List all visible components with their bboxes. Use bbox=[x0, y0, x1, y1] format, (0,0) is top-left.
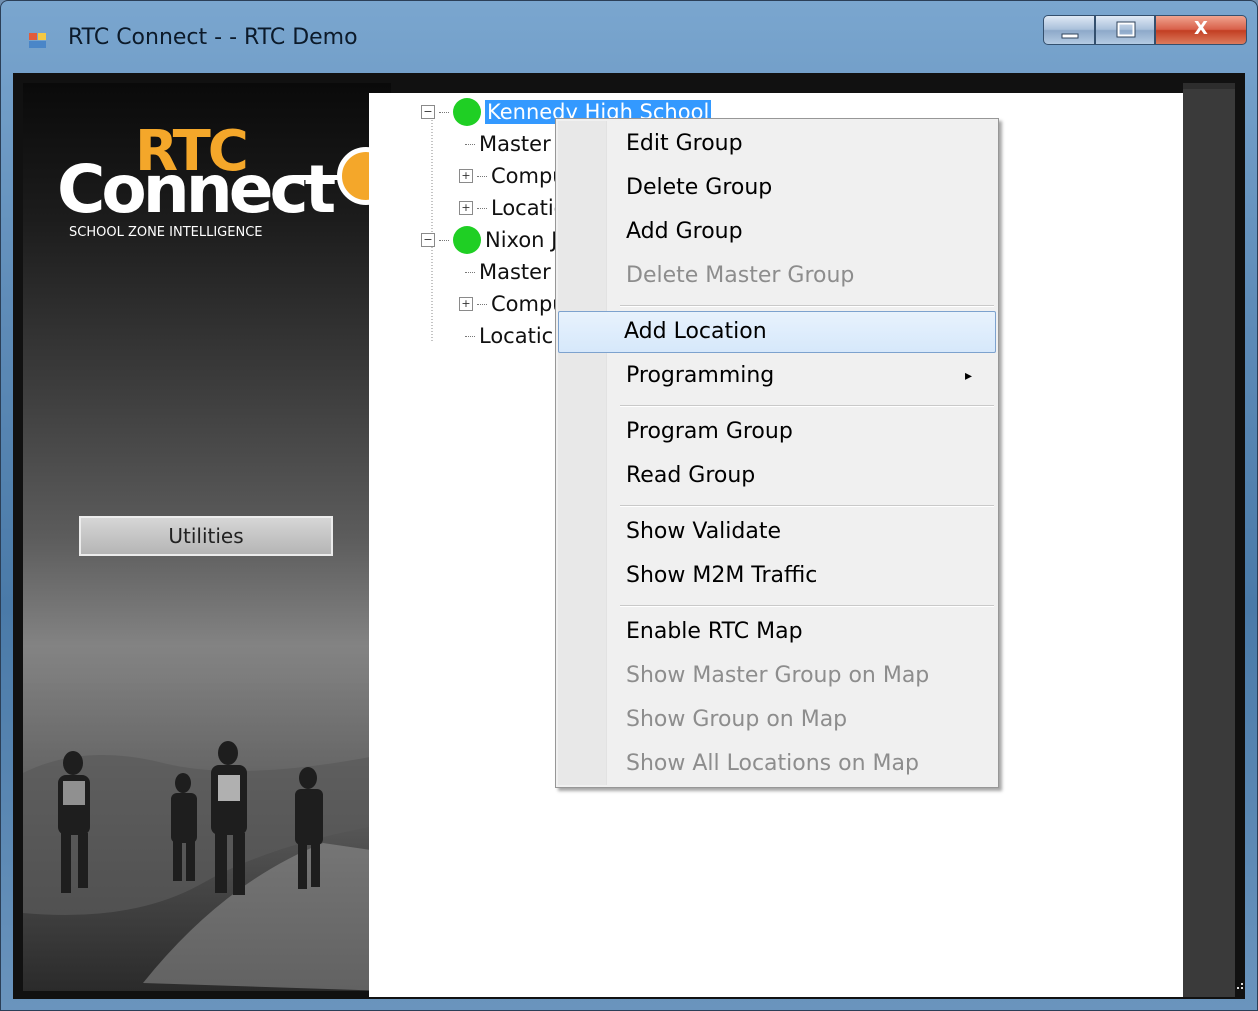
tree-item[interactable]: Master bbox=[465, 129, 551, 159]
status-online-icon bbox=[453, 226, 481, 254]
maximize-icon bbox=[1116, 21, 1136, 38]
students-walking-image bbox=[23, 683, 391, 991]
tree-item-label: Master bbox=[479, 260, 551, 284]
menu-item-enable-rtc-map[interactable]: Enable RTC Map bbox=[560, 611, 994, 653]
menu-separator bbox=[620, 605, 994, 607]
menu-item-programming[interactable]: Programming ▸ bbox=[560, 355, 994, 397]
tree-item-label: Locatic bbox=[479, 324, 554, 348]
menu-item-read-group[interactable]: Read Group bbox=[560, 455, 994, 497]
tree-connector bbox=[477, 207, 487, 209]
menu-item-label: Add Location bbox=[624, 319, 767, 344]
menu-item-label: Delete Group bbox=[626, 175, 773, 200]
expand-icon[interactable]: + bbox=[459, 201, 473, 215]
app-window-icon bbox=[29, 33, 46, 48]
expand-icon[interactable]: + bbox=[459, 169, 473, 183]
tree-item[interactable]: Master bbox=[465, 257, 551, 287]
app-window: RTC Connect - - RTC Demo X RTC Connect S… bbox=[0, 0, 1258, 1011]
logo-connect-text: Connect bbox=[57, 151, 336, 228]
tree-item-label: Master bbox=[479, 132, 551, 156]
menu-item-delete-master-group[interactable]: Delete Master Group bbox=[560, 255, 994, 297]
menu-item-program-group[interactable]: Program Group bbox=[560, 411, 994, 453]
window-title: RTC Connect - - RTC Demo bbox=[68, 25, 358, 50]
menu-item-label: Show Validate bbox=[626, 519, 782, 544]
tree-connector bbox=[465, 271, 475, 273]
menu-item-label: Show Master Group on Map bbox=[626, 663, 930, 688]
menu-item-delete-group[interactable]: Delete Group bbox=[560, 167, 994, 209]
tree-connector bbox=[477, 303, 487, 305]
menu-item-label: Show All Locations on Map bbox=[626, 751, 919, 776]
tree-item[interactable]: + Compu bbox=[459, 161, 566, 191]
submenu-arrow-icon: ▸ bbox=[964, 368, 972, 384]
menu-item-show-master-group-on-map[interactable]: Show Master Group on Map bbox=[560, 655, 994, 697]
title-bar[interactable]: RTC Connect - - RTC Demo X bbox=[1, 1, 1257, 63]
collapse-icon[interactable]: − bbox=[421, 105, 435, 119]
minimize-icon bbox=[1061, 33, 1079, 39]
menu-item-show-m2m-traffic[interactable]: Show M2M Traffic bbox=[560, 555, 994, 597]
menu-item-show-validate[interactable]: Show Validate bbox=[560, 511, 994, 553]
resize-grip-icon[interactable] bbox=[1237, 979, 1245, 991]
menu-item-show-all-locations-on-map[interactable]: Show All Locations on Map bbox=[560, 743, 994, 785]
tree-connector bbox=[465, 143, 475, 145]
tree-connector bbox=[439, 239, 449, 241]
menu-item-label: Edit Group bbox=[626, 131, 743, 156]
right-scroll-strip bbox=[1183, 83, 1235, 997]
menu-separator bbox=[620, 405, 994, 407]
menu-item-add-location[interactable]: Add Location bbox=[558, 311, 996, 353]
menu-item-label: Show M2M Traffic bbox=[626, 563, 818, 588]
expand-icon[interactable]: + bbox=[459, 297, 473, 311]
menu-item-label: Programming bbox=[626, 363, 775, 388]
menu-separator bbox=[620, 505, 994, 507]
menu-item-add-group[interactable]: Add Group bbox=[560, 211, 994, 253]
collapse-icon[interactable]: − bbox=[421, 233, 435, 247]
tree-item[interactable]: − Nixon Ji bbox=[421, 225, 563, 255]
logo-tagline: SCHOOL ZONE INTELLIGENCE bbox=[69, 225, 263, 240]
menu-item-edit-group[interactable]: Edit Group bbox=[560, 123, 994, 165]
tree-item[interactable]: Locatic bbox=[465, 321, 553, 351]
tree-item[interactable]: + Compu bbox=[459, 289, 566, 319]
tree-connector bbox=[465, 335, 475, 337]
tree-item-label: Nixon Ji bbox=[485, 228, 564, 252]
menu-item-label: Program Group bbox=[626, 419, 793, 444]
menu-item-show-group-on-map[interactable]: Show Group on Map bbox=[560, 699, 994, 741]
menu-item-label: Add Group bbox=[626, 219, 743, 244]
tree-connector bbox=[439, 111, 449, 113]
close-button[interactable]: X bbox=[1155, 15, 1247, 45]
tree-connector bbox=[477, 175, 487, 177]
utilities-button[interactable]: Utilities bbox=[79, 516, 333, 556]
menu-item-label: Enable RTC Map bbox=[626, 619, 803, 644]
close-icon: X bbox=[1194, 18, 1208, 39]
status-online-icon bbox=[453, 98, 481, 126]
logo-connector-line bbox=[293, 175, 341, 180]
context-menu: Edit Group Delete Group Add Group Delete Ma… bbox=[555, 118, 999, 788]
minimize-button[interactable] bbox=[1043, 15, 1095, 45]
left-panel: RTC Connect SCHOOL ZONE INTELLIGENCE Uti… bbox=[23, 83, 395, 991]
tree-item[interactable]: + Locatic bbox=[459, 193, 565, 223]
menu-item-label: Read Group bbox=[626, 463, 756, 488]
menu-item-label: Delete Master Group bbox=[626, 263, 855, 288]
menu-separator bbox=[620, 305, 994, 307]
menu-item-label: Show Group on Map bbox=[626, 707, 848, 732]
maximize-button[interactable] bbox=[1095, 15, 1155, 45]
